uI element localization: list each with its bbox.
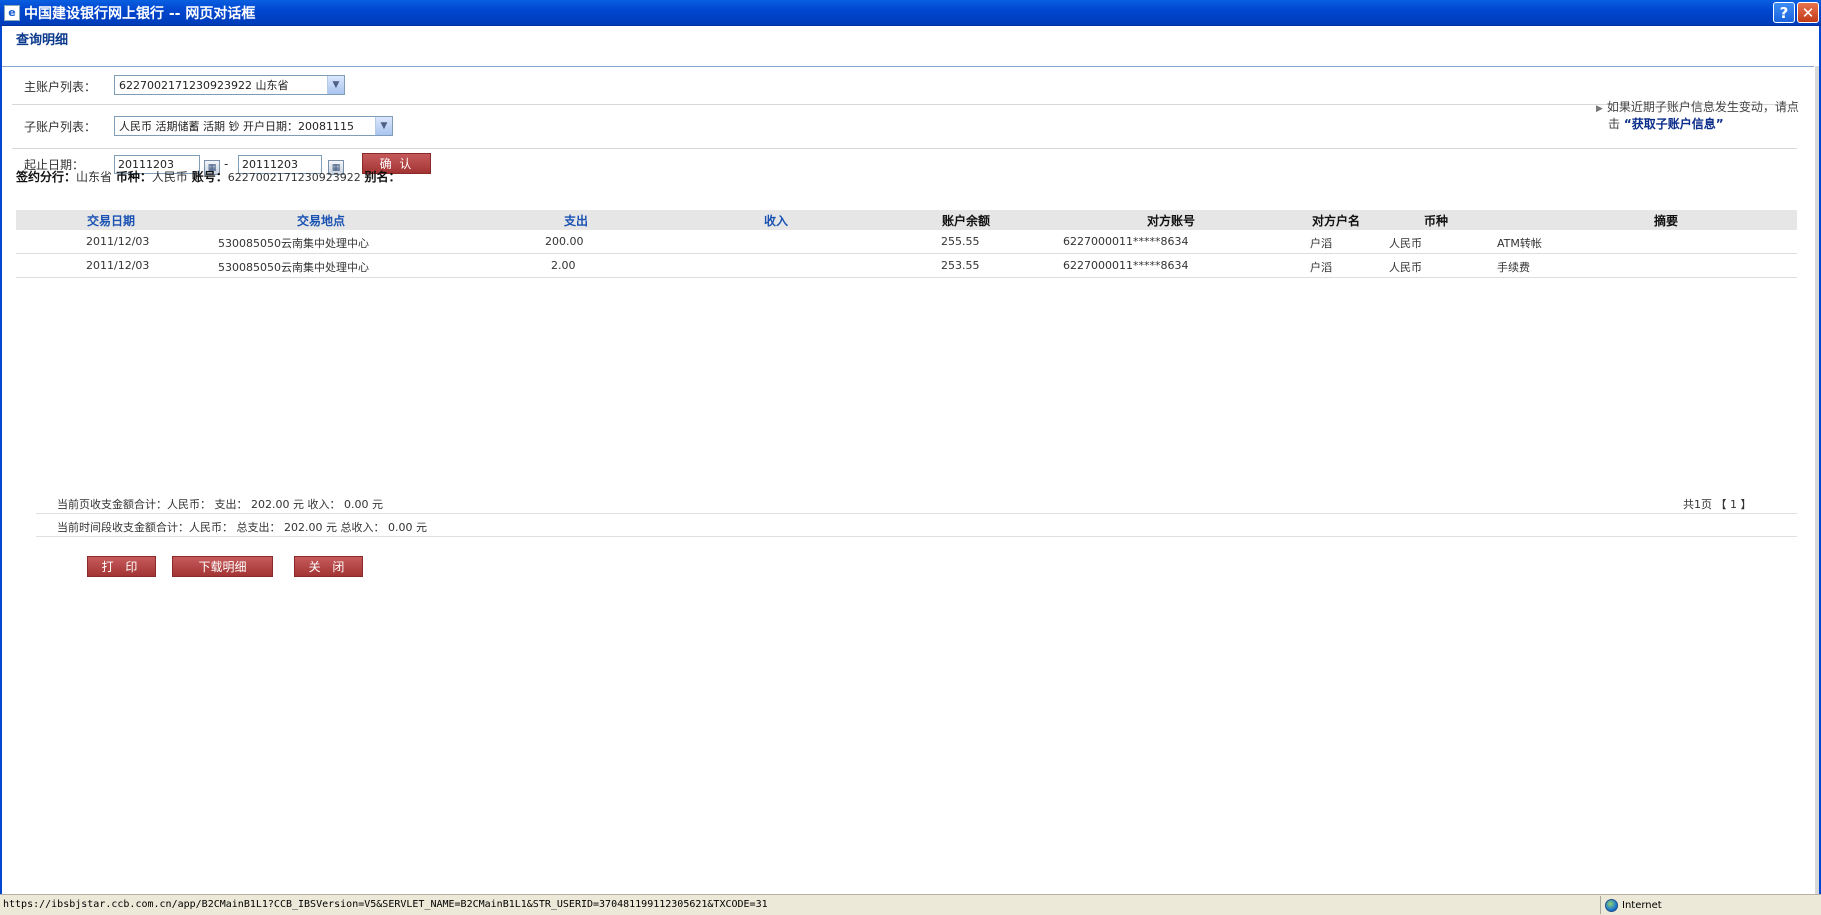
help-button[interactable]: ? bbox=[1773, 2, 1795, 23]
table-row: 2011/12/03 530085050云南集中处理中心 200.00 255.… bbox=[16, 230, 1797, 254]
col-header-counter-account: 对方账号 bbox=[1146, 213, 1195, 228]
zone-label: Internet bbox=[1622, 899, 1662, 911]
table-header: 交易日期 交易地点 支出 收入 账户余额 对方账号 对方户名 币种 摘要 bbox=[16, 210, 1797, 230]
col-header-currency: 币种 bbox=[1423, 213, 1448, 228]
sub-account-value: 人民币 活期储蓄 活期 钞 开户日期：20081115 bbox=[119, 120, 354, 133]
print-button[interactable]: 打 印 bbox=[87, 556, 156, 577]
cell-currency: 人民币 bbox=[1389, 237, 1422, 250]
page-title: 查询明细 bbox=[16, 33, 69, 48]
cell-location: 530085050云南集中处理中心 bbox=[218, 237, 369, 250]
col-header-expense[interactable]: 支出 bbox=[536, 212, 616, 229]
table-row: 2011/12/03 530085050云南集中处理中心 2.00 253.55… bbox=[16, 254, 1797, 278]
col-header-counter-name: 对方户名 bbox=[1311, 213, 1360, 228]
pagination[interactable]: 共1页 【 1 】 bbox=[1683, 496, 1752, 512]
period-total-text: 当前时间段收支金额合计：人民币： 总支出： 202.00 元 总收入： 0.00… bbox=[57, 521, 427, 534]
chevron-down-icon[interactable]: ▼ bbox=[327, 76, 344, 94]
cell-expense: 2.00 bbox=[551, 259, 576, 272]
col-header-summary: 摘要 bbox=[1653, 213, 1678, 228]
close-button[interactable]: 关 闭 bbox=[294, 556, 363, 577]
triangle-right-icon: ▶ bbox=[1596, 104, 1603, 114]
sub-account-label: 子账户列表： bbox=[24, 120, 97, 134]
ie-page-icon: e bbox=[4, 4, 20, 21]
main-account-value: 6227002171230923922 山东省 bbox=[119, 79, 289, 92]
globe-icon bbox=[1605, 898, 1618, 912]
window-title: 中国建设银行网上银行 -- 网页对话框 bbox=[24, 5, 256, 22]
account-label: 账号： bbox=[191, 170, 228, 184]
page-total-row: 当前页收支金额合计：人民币： 支出： 202.00 元 收入： 0.00 元 共… bbox=[36, 492, 1797, 514]
cell-counter-name: 户滔 bbox=[1310, 261, 1332, 274]
cell-currency: 人民币 bbox=[1389, 261, 1422, 274]
account-info-line: 签约分行：山东省 币种：人民币 账号：6227002171230923922 别… bbox=[16, 168, 401, 185]
alias-label: 别名： bbox=[364, 170, 401, 184]
security-zone: Internet bbox=[1600, 896, 1820, 914]
main-account-row: 主账户列表： 6227002171230923922 山东省 ▼ bbox=[12, 66, 1797, 105]
sub-account-row: 子账户列表： 人民币 活期储蓄 活期 钞 开户日期：20081115 ▼ bbox=[12, 105, 1797, 149]
cell-location: 530085050云南集中处理中心 bbox=[218, 261, 369, 274]
cell-balance: 255.55 bbox=[941, 235, 980, 248]
currency-value: 人民币 bbox=[151, 170, 188, 184]
sub-account-select[interactable]: 人民币 活期储蓄 活期 钞 开户日期：20081115 ▼ bbox=[114, 116, 393, 136]
col-header-date[interactable]: 交易日期 bbox=[56, 212, 166, 229]
transaction-table: 交易日期 交易地点 支出 收入 账户余额 对方账号 对方户名 币种 摘要 201… bbox=[16, 210, 1797, 278]
col-header-income[interactable]: 收入 bbox=[736, 212, 816, 229]
col-header-balance: 账户余额 bbox=[941, 213, 990, 228]
cell-expense: 200.00 bbox=[545, 235, 584, 248]
refresh-subaccount-link[interactable]: “获取子账户信息” bbox=[1624, 117, 1724, 131]
notice-text-2: 击 bbox=[1608, 117, 1621, 131]
window-titlebar: e 中国建设银行网上银行 -- 网页对话框 ? ✕ bbox=[0, 0, 1821, 26]
page-total-text: 当前页收支金额合计：人民币： 支出： 202.00 元 收入： 0.00 元 bbox=[57, 498, 383, 511]
col-header-location[interactable]: 交易地点 bbox=[256, 212, 386, 229]
cell-summary: 手续费 bbox=[1497, 261, 1530, 274]
cell-date: 2011/12/03 bbox=[86, 259, 150, 272]
chevron-down-icon[interactable]: ▼ bbox=[375, 117, 392, 135]
period-total-row: 当前时间段收支金额合计：人民币： 总支出： 202.00 元 总收入： 0.00… bbox=[36, 515, 1797, 537]
scrollbar-area bbox=[1815, 66, 1819, 894]
currency-label: 币种： bbox=[115, 170, 152, 184]
dialog-body: 查询明细 主账户列表： 6227002171230923922 山东省 ▼ 子账… bbox=[0, 26, 1821, 894]
cell-counter-account: 6227000011*****8634 bbox=[1063, 259, 1189, 272]
cell-balance: 253.55 bbox=[941, 259, 980, 272]
cell-date: 2011/12/03 bbox=[86, 235, 150, 248]
cell-counter-name: 户滔 bbox=[1310, 237, 1332, 250]
main-account-select[interactable]: 6227002171230923922 山东省 ▼ bbox=[114, 75, 345, 95]
branch-label: 签约分行： bbox=[16, 170, 77, 184]
cell-counter-account: 6227000011*****8634 bbox=[1063, 235, 1189, 248]
refresh-notice: ▶ 如果近期子账户信息发生变动，请点 击 “获取子账户信息” bbox=[1596, 100, 1799, 132]
branch-value: 山东省 bbox=[76, 170, 113, 184]
download-button[interactable]: 下载明细 bbox=[172, 556, 273, 577]
cell-summary: ATM转帐 bbox=[1497, 237, 1542, 250]
notice-text: 如果近期子账户信息发生变动，请点 bbox=[1606, 100, 1799, 114]
status-url: https://ibsbjstar.ccb.com.cn/app/B2CMain… bbox=[3, 899, 768, 910]
status-bar: https://ibsbjstar.ccb.com.cn/app/B2CMain… bbox=[0, 894, 1821, 915]
close-window-button[interactable]: ✕ bbox=[1797, 2, 1819, 23]
main-account-label: 主账户列表： bbox=[24, 80, 97, 94]
account-value: 6227002171230923922 bbox=[227, 171, 361, 184]
